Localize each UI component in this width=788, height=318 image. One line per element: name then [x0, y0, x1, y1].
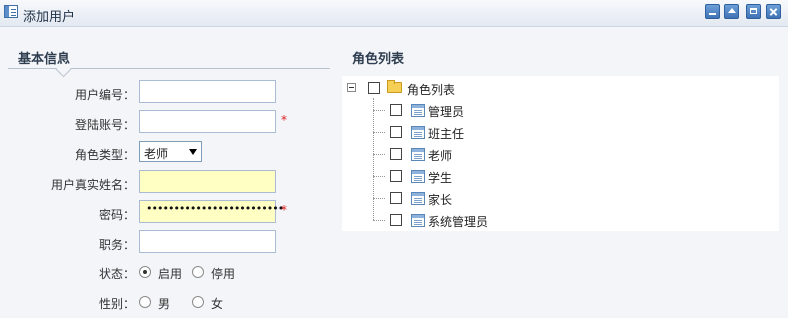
status-label: 状态： [98, 267, 135, 281]
gender-label: 性别： [98, 297, 135, 311]
position-input[interactable] [139, 230, 276, 253]
gender-male-radio[interactable] [139, 296, 151, 308]
collapse-icon[interactable] [724, 4, 739, 19]
folder-icon [387, 80, 402, 93]
tree-branch-line [373, 110, 385, 111]
role-teacher-checkbox[interactable] [390, 148, 402, 160]
role-type-label: 角色类型： [74, 148, 135, 162]
tree-branch-line [373, 198, 385, 199]
real-name-label: 用户真实姓名： [50, 178, 135, 192]
dropdown-arrow-icon[interactable] [189, 149, 197, 155]
user-id-label: 用户编号： [74, 88, 135, 102]
role-student-checkbox[interactable] [390, 170, 402, 182]
collapse-tree-icon[interactable] [347, 83, 356, 92]
tree-branch-line [373, 176, 385, 177]
status-enabled-text: 启用 [158, 267, 183, 281]
role-type-select[interactable]: 老师 [139, 141, 202, 162]
role-root-label[interactable]: 角色列表 [407, 81, 455, 98]
user-id-input[interactable] [139, 80, 276, 103]
role-root-checkbox[interactable] [368, 82, 380, 94]
role-teacher-label[interactable]: 老师 [428, 147, 452, 164]
role-item-icon [411, 126, 425, 139]
role-head-teacher-label[interactable]: 班主任 [428, 125, 464, 142]
position-label: 职务： [98, 238, 135, 252]
role-item-icon [411, 148, 425, 161]
role-item-icon [411, 192, 425, 205]
tree-branch-line [373, 154, 385, 155]
password-required-mark: * [281, 203, 287, 217]
maximize-icon[interactable] [746, 4, 761, 19]
role-admin-label[interactable]: 管理员 [428, 103, 464, 120]
login-account-required-mark: * [281, 113, 287, 127]
gender-male-text: 男 [158, 297, 171, 311]
tree-branch-line [373, 132, 385, 133]
role-item-icon [411, 104, 425, 117]
basic-info-heading: 基本信息 [8, 46, 330, 78]
role-head-teacher-checkbox[interactable] [390, 126, 402, 138]
real-name-input[interactable] [139, 170, 276, 193]
status-disabled-radio[interactable] [192, 266, 204, 278]
role-item-icon [411, 214, 425, 227]
role-item-icon [411, 170, 425, 183]
gender-female-radio[interactable] [192, 296, 204, 308]
role-parent-checkbox[interactable] [390, 192, 402, 204]
role-type-selected-value: 老师 [144, 147, 169, 161]
status-disabled-text: 停用 [211, 267, 236, 281]
role-admin-checkbox[interactable] [390, 104, 402, 116]
password-masked-value: ••••••••••••••••••••••••• [146, 202, 284, 215]
window-icon [4, 5, 18, 18]
minimize-icon[interactable] [705, 4, 720, 19]
role-student-label[interactable]: 学生 [428, 169, 452, 186]
close-icon[interactable] [766, 4, 781, 19]
login-account-input[interactable] [139, 110, 276, 133]
password-label: 密码： [98, 208, 135, 222]
window-title: 添加用户 [23, 10, 76, 25]
tree-branch-line [373, 220, 385, 221]
role-tree: 角色列表 管理员 班主任 老师 学生 家长 系统管理员 [342, 76, 779, 231]
status-enabled-radio[interactable] [139, 266, 151, 278]
role-list-heading: 角色列表 [342, 46, 779, 68]
role-system-admin-label[interactable]: 系统管理员 [428, 213, 488, 230]
role-parent-label[interactable]: 家长 [428, 191, 452, 208]
login-account-label: 登陆账号： [74, 118, 135, 132]
tree-connector-line [373, 98, 374, 220]
role-system-admin-checkbox[interactable] [390, 214, 402, 226]
password-input[interactable]: ••••••••••••••••••••••••• [139, 200, 284, 223]
window-titlebar: 添加用户 [0, 0, 788, 27]
gender-female-text: 女 [211, 297, 224, 311]
role-list-heading-text: 角色列表 [352, 52, 405, 67]
